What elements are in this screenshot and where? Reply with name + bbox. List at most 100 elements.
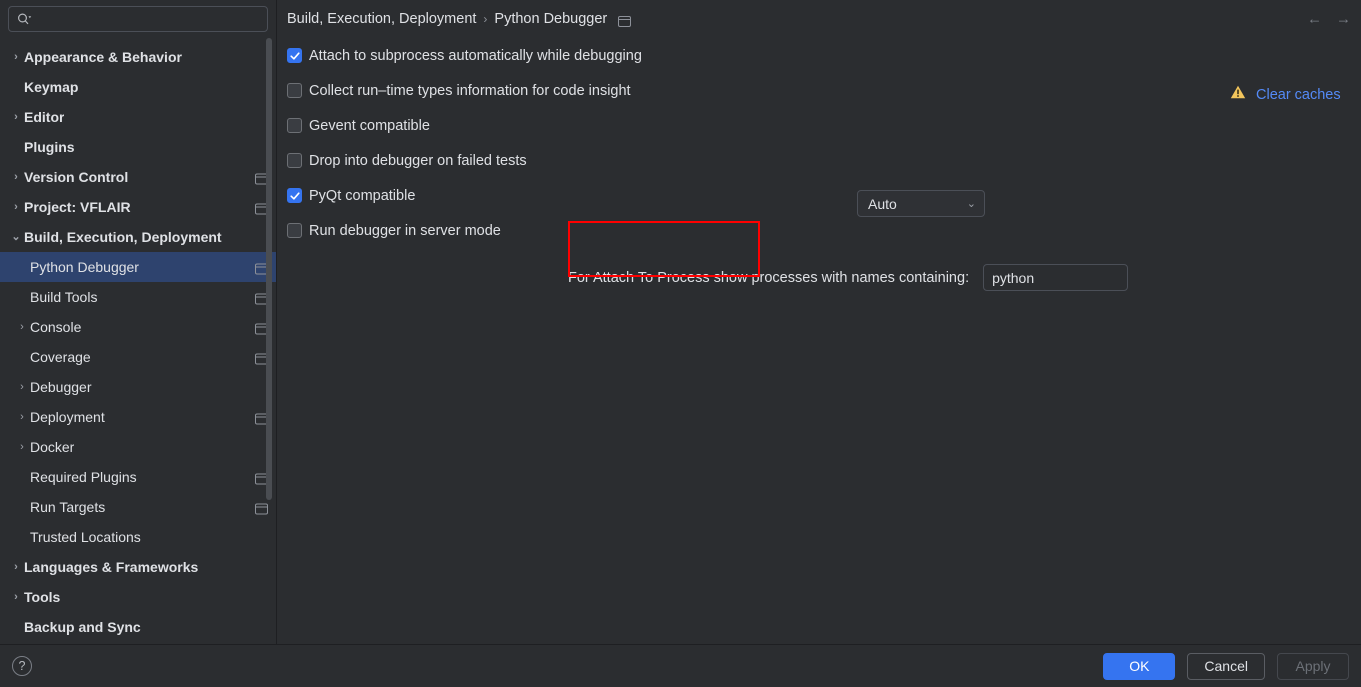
cancel-button[interactable]: Cancel <box>1187 652 1265 680</box>
sidebar-scrollbar[interactable] <box>266 38 272 500</box>
settings-content-pane: Build, Execution, Deployment › Python De… <box>277 0 1361 644</box>
sidebar-item-build-execution-deployment[interactable]: ⌄ Build, Execution, Deployment <box>0 222 276 252</box>
sidebar-item-label: Plugins <box>24 139 75 155</box>
sidebar-item-version-control[interactable]: › Version Control <box>0 162 276 192</box>
option-row[interactable]: Gevent compatible <box>277 108 1361 143</box>
option-row[interactable]: Collect run–time types information for c… <box>277 73 1361 108</box>
checkbox-gevent-compatible[interactable] <box>287 118 302 133</box>
chevron-right-icon[interactable]: › <box>8 111 24 123</box>
checkbox-attach-to-subprocess-automatically-while-debugging[interactable] <box>287 48 302 63</box>
forward-arrow-icon[interactable]: → <box>1336 12 1351 27</box>
sidebar-item-docker[interactable]: › Docker <box>0 432 276 462</box>
dialog-buttons: OK Cancel Apply <box>1103 652 1349 680</box>
attach-to-process-label: For Attach To Process show processes wit… <box>568 269 970 286</box>
chevron-right-icon[interactable]: › <box>14 411 30 423</box>
option-row[interactable]: Run debugger in server mode <box>277 213 1361 248</box>
breadcrumb-separator-icon: › <box>483 12 488 26</box>
sidebar-item-required-plugins[interactable]: Required Plugins <box>0 462 276 492</box>
sidebar-item-editor[interactable]: › Editor <box>0 102 276 132</box>
option-label: Drop into debugger on failed tests <box>309 152 527 169</box>
sidebar-item-build-tools[interactable]: Build Tools <box>0 282 276 312</box>
pyqt-binding-value: Auto <box>868 195 897 212</box>
breadcrumb-parent[interactable]: Build, Execution, Deployment <box>287 11 476 27</box>
sidebar-item-label: Version Control <box>24 169 129 185</box>
settings-sidebar: › Appearance & Behavior Keymap › Editor Plugi… <box>0 0 277 644</box>
breadcrumb: Build, Execution, Deployment › Python De… <box>277 0 1361 38</box>
sidebar-item-appearance-behavior[interactable]: › Appearance & Behavior <box>0 42 276 72</box>
project-scope-icon <box>255 502 268 515</box>
chevron-right-icon[interactable]: › <box>14 381 30 393</box>
sidebar-item-console[interactable]: › Console <box>0 312 276 342</box>
sidebar-item-label: Backup and Sync <box>24 619 141 635</box>
sidebar-item-label: Tools <box>24 589 61 605</box>
process-name-input[interactable] <box>992 269 1120 286</box>
sidebar-item-plugins[interactable]: Plugins <box>0 132 276 162</box>
sidebar-item-languages-frameworks[interactable]: › Languages & Frameworks <box>0 552 276 582</box>
option-row[interactable]: PyQt compatible <box>277 178 1361 213</box>
chevron-right-icon[interactable]: › <box>14 441 30 453</box>
chevron-right-icon[interactable]: › <box>8 591 24 603</box>
chevron-down-icon[interactable]: ⌄ <box>8 231 24 243</box>
checkbox-pyqt-compatible[interactable] <box>287 188 302 203</box>
apply-button[interactable]: Apply <box>1277 652 1349 680</box>
pyqt-binding-dropdown[interactable]: Auto ⌄ <box>857 190 985 217</box>
checkbox-drop-into-debugger-on-failed-tests[interactable] <box>287 153 302 168</box>
sidebar-item-label: Deployment <box>30 409 105 425</box>
debugger-options-list: Attach to subprocess automatically while… <box>277 38 1361 248</box>
sidebar-item-label: Appearance & Behavior <box>24 49 182 65</box>
checkbox-run-debugger-in-server-mode[interactable] <box>287 223 302 238</box>
sidebar-item-label: Editor <box>24 109 65 125</box>
settings-dialog: › Appearance & Behavior Keymap › Editor Plugi… <box>0 0 1361 687</box>
sidebar-item-backup-and-sync[interactable]: Backup and Sync <box>0 612 276 642</box>
sidebar-item-tools[interactable]: › Tools <box>0 582 276 612</box>
sidebar-item-project-vflair[interactable]: › Project: VFLAIR <box>0 192 276 222</box>
option-label: Run debugger in server mode <box>309 222 501 239</box>
search-box[interactable] <box>8 6 268 32</box>
attach-to-process-row: For Attach To Process show processes wit… <box>568 264 1129 291</box>
sidebar-item-label: Languages & Frameworks <box>24 559 199 575</box>
chevron-right-icon[interactable]: › <box>8 201 24 213</box>
clear-caches-link[interactable]: Clear caches <box>1256 87 1341 103</box>
sidebar-item-trusted-locations[interactable]: Trusted Locations <box>0 522 276 552</box>
option-row[interactable]: Drop into debugger on failed tests <box>277 143 1361 178</box>
chevron-down-icon: ⌄ <box>966 198 976 210</box>
option-label: Collect run–time types information for c… <box>309 82 631 99</box>
option-label: Gevent compatible <box>309 117 430 134</box>
search-input[interactable] <box>36 12 259 26</box>
sidebar-item-label: Console <box>30 319 82 335</box>
sidebar-item-keymap[interactable]: Keymap <box>0 72 276 102</box>
sidebar-item-label: Required Plugins <box>30 469 137 485</box>
sidebar-item-label: Build, Execution, Deployment <box>24 229 222 245</box>
sidebar-item-label: Project: VFLAIR <box>24 199 131 215</box>
ok-button[interactable]: OK <box>1103 652 1176 680</box>
option-label: PyQt compatible <box>309 187 416 204</box>
project-scope-icon <box>618 14 632 27</box>
clear-caches-row: Clear caches <box>1230 85 1341 104</box>
chevron-right-icon[interactable]: › <box>8 171 24 183</box>
sidebar-item-label: Run Targets <box>30 499 106 515</box>
sidebar-item-python-debugger[interactable]: Python Debugger <box>0 252 276 282</box>
option-row[interactable]: Attach to subprocess automatically while… <box>277 38 1361 73</box>
sidebar-item-label: Coverage <box>30 349 91 365</box>
breadcrumb-current: Python Debugger <box>494 11 608 27</box>
sidebar-item-run-targets[interactable]: Run Targets <box>0 492 276 522</box>
process-name-field[interactable] <box>983 264 1129 291</box>
help-icon[interactable]: ? <box>12 656 32 676</box>
sidebar-search-wrap <box>0 0 276 38</box>
chevron-right-icon[interactable]: › <box>14 321 30 333</box>
sidebar-item-label: Keymap <box>24 79 79 95</box>
sidebar-item-label: Build Tools <box>30 289 98 305</box>
sidebar-item-deployment[interactable]: › Deployment <box>0 402 276 432</box>
sidebar-item-coverage[interactable]: Coverage <box>0 342 276 372</box>
option-label: Attach to subprocess automatically while… <box>309 47 642 64</box>
chevron-right-icon[interactable]: › <box>8 561 24 573</box>
back-arrow-icon[interactable]: ← <box>1307 12 1322 27</box>
sidebar-item-label: Python Debugger <box>30 259 139 275</box>
sidebar-item-debugger[interactable]: › Debugger <box>0 372 276 402</box>
dialog-body: › Appearance & Behavior Keymap › Editor Plugi… <box>0 0 1361 644</box>
settings-tree[interactable]: › Appearance & Behavior Keymap › Editor Plugi… <box>0 38 276 644</box>
chevron-right-icon[interactable]: › <box>8 51 24 63</box>
sidebar-item-label: Docker <box>30 439 75 455</box>
sidebar-item-label: Debugger <box>30 379 92 395</box>
checkbox-collect-run-time-types-information-for-code-insight[interactable] <box>287 83 302 98</box>
